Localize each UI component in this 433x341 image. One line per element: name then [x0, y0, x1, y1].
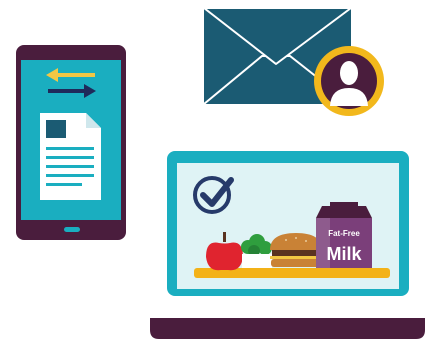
burger-icon: [270, 233, 322, 267]
milk-label-small: Fat-Free: [328, 229, 360, 238]
document-icon: [40, 113, 101, 200]
user-avatar-icon: [314, 46, 384, 116]
illustration: Fat-Free Milk: [16, 7, 425, 339]
milk-carton-icon: Fat-Free Milk: [316, 202, 372, 268]
milk-label-big: Milk: [326, 244, 362, 264]
home-button-icon: [64, 227, 80, 232]
